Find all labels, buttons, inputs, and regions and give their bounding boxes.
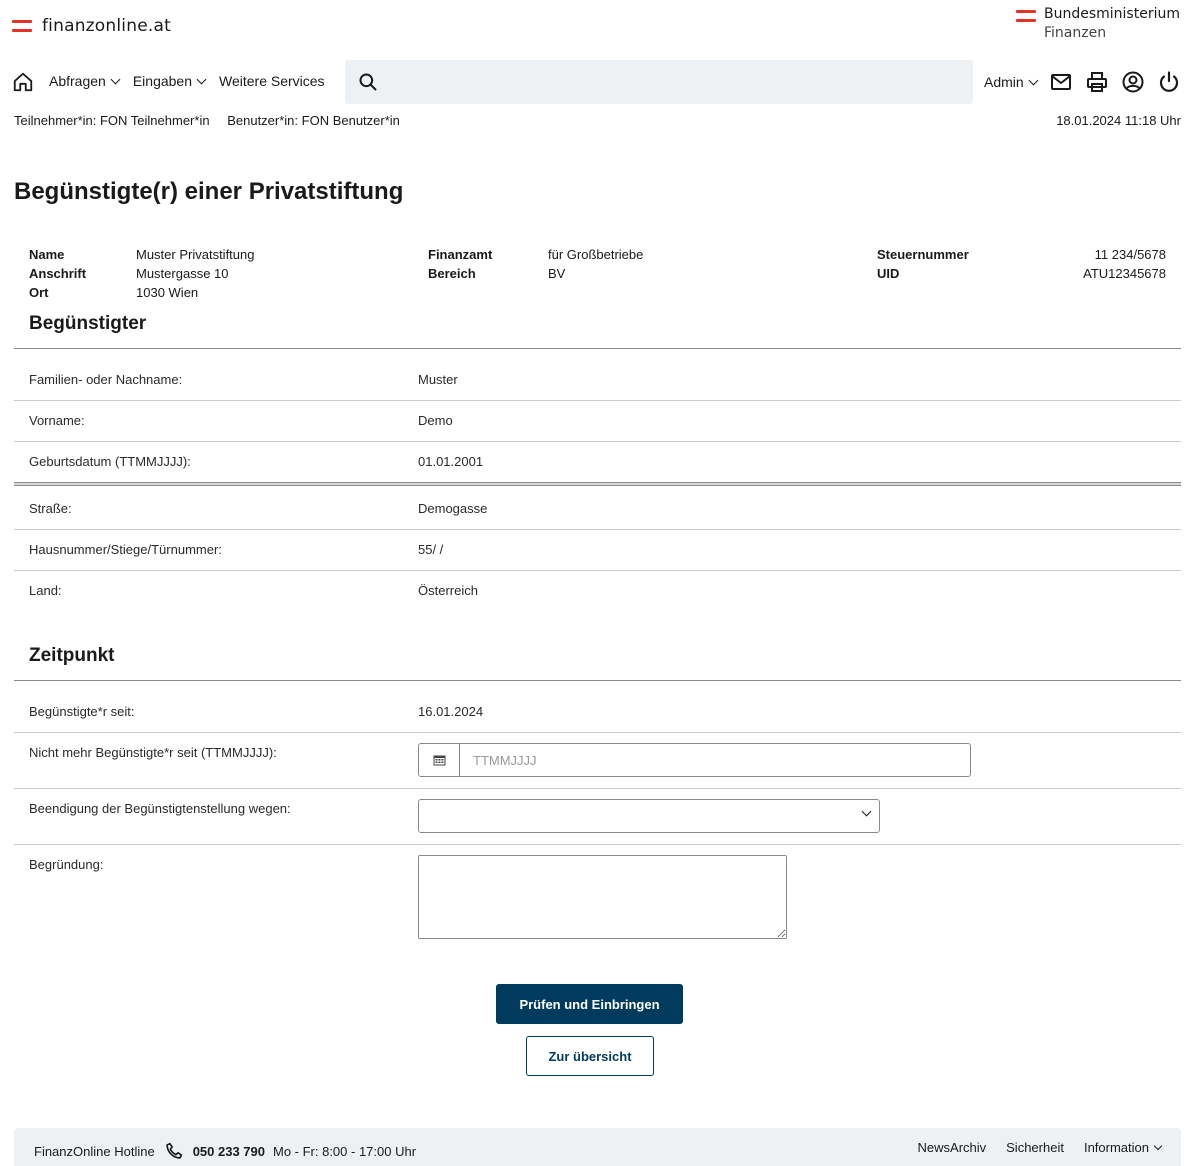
divider xyxy=(14,844,1181,845)
last-name-value: Muster xyxy=(418,372,458,387)
austria-flag-icon xyxy=(1016,10,1036,22)
area-value: BV xyxy=(548,266,566,281)
name-label: Name xyxy=(29,247,65,262)
chevron-down-icon xyxy=(1153,1141,1163,1150)
footer-link-newsarchiv[interactable]: NewsArchiv xyxy=(918,1140,987,1155)
nav-weitere-services[interactable]: Weitere Services xyxy=(219,73,325,89)
divider xyxy=(14,680,1181,681)
user-circle-icon[interactable] xyxy=(1121,70,1145,94)
street-label: Straße: xyxy=(29,501,72,516)
section-title-beneficiary: Begünstigter xyxy=(29,313,147,334)
end-date-input[interactable] xyxy=(460,744,970,776)
admin-label: Admin xyxy=(984,74,1024,90)
tax-number-value: 11 234/5678 xyxy=(1094,247,1166,262)
name-value: Muster Privatstiftung xyxy=(136,247,255,262)
nav-abfragen[interactable]: Abfragen xyxy=(49,73,121,89)
divider xyxy=(14,348,1181,349)
mail-icon[interactable] xyxy=(1049,70,1073,94)
divider xyxy=(14,570,1181,571)
overview-button[interactable]: Zur übersicht xyxy=(526,1036,654,1076)
home-icon[interactable] xyxy=(12,71,34,93)
city-label: Ort xyxy=(29,285,49,300)
hotline-label: FinanzOnline Hotline xyxy=(34,1143,155,1159)
divider xyxy=(14,788,1181,789)
chevron-down-icon xyxy=(196,74,207,84)
admin-menu[interactable]: Admin xyxy=(984,74,1039,90)
divider xyxy=(14,529,1181,530)
current-datetime: 18.01.2024 11:18 Uhr xyxy=(1056,113,1181,128)
participant-label: Teilnehmer*in: FON Teilnehmer*in xyxy=(14,113,210,128)
beneficiary-since-value: 16.01.2024 xyxy=(418,704,484,719)
tax-office-label: Finanzamt xyxy=(428,247,493,262)
first-name-value: Demo xyxy=(418,413,453,428)
address-label: Anschrift xyxy=(29,266,87,281)
country-label: Land: xyxy=(29,583,62,598)
country-value: Österreich xyxy=(418,583,478,598)
tax-office-value: für Großbetriebe xyxy=(548,247,644,262)
calendar-icon xyxy=(433,755,445,766)
footer-link-label: Information xyxy=(1083,1140,1149,1155)
chevron-down-icon xyxy=(861,806,872,817)
divider xyxy=(14,732,1181,733)
footer-link-information[interactable]: Information xyxy=(1083,1140,1163,1155)
end-date-field xyxy=(418,743,971,777)
footer-link-sicherheit[interactable]: Sicherheit xyxy=(1006,1140,1064,1155)
street-value: Demogasse xyxy=(418,501,488,516)
termination-reason-label: Beendigung der Begünstigtenstellung wege… xyxy=(29,801,291,816)
ministry-logo: Bundesministerium Finanzen xyxy=(1016,6,1180,41)
chevron-down-icon xyxy=(1028,75,1039,85)
brand-logo[interactable]: finanzonline.at xyxy=(12,16,171,36)
tax-number-label: Steuernummer xyxy=(877,247,969,262)
nav-label: Weitere Services xyxy=(219,73,325,89)
last-name-label: Familien- oder Nachname: xyxy=(29,372,183,387)
divider xyxy=(14,441,1181,442)
house-number-label: Hausnummer/Stiege/Türnummer: xyxy=(29,542,222,557)
house-number-value: 55/ / xyxy=(418,542,444,557)
chevron-down-icon xyxy=(110,74,121,84)
uid-label: UID xyxy=(877,266,900,281)
section-divider xyxy=(14,482,1181,486)
nav-label: Eingaben xyxy=(132,73,192,89)
birthdate-value: 01.01.2001 xyxy=(418,454,484,469)
justification-label: Begründung: xyxy=(29,857,104,872)
brand-name: finanzonline.at xyxy=(42,16,171,36)
divider xyxy=(14,400,1181,401)
user-label: Benutzer*in: FON Benutzer*in xyxy=(227,113,400,128)
calendar-button[interactable] xyxy=(419,744,460,776)
section-title-timepoint: Zeitpunkt xyxy=(29,645,115,666)
phone-icon xyxy=(165,1142,183,1159)
page-title: Begünstigte(r) einer Privatstiftung xyxy=(14,178,404,205)
ministry-name-line1: Bundesministerium xyxy=(1044,6,1180,22)
nav-label: Abfragen xyxy=(49,73,106,89)
brand-bar: finanzonline.at Bundesministerium Finanz… xyxy=(0,0,1189,50)
austria-flag-icon xyxy=(12,20,32,32)
ministry-name-line2: Finanzen xyxy=(1044,25,1107,41)
first-name-label: Vorname: xyxy=(29,413,85,428)
birthdate-label: Geburtsdatum (TTMMJJJJ): xyxy=(29,454,191,469)
submit-button[interactable]: Prüfen und Einbringen xyxy=(496,984,683,1024)
user-info: Teilnehmer*in: FON Teilnehmer*in Benutze… xyxy=(14,113,400,128)
hotline-number[interactable]: 050 233 790 xyxy=(193,1144,265,1159)
nav-eingaben[interactable]: Eingaben xyxy=(132,73,207,89)
termination-reason-select[interactable] xyxy=(418,799,880,833)
beneficiary-since-label: Begünstigte*r seit: xyxy=(29,704,135,719)
main-nav: Abfragen Eingaben Weitere Services Admin xyxy=(0,60,1189,104)
address-value: Mustergasse 10 xyxy=(136,266,229,281)
power-icon[interactable] xyxy=(1157,70,1181,94)
footer: FinanzOnline Hotline 050 233 790 Mo - Fr… xyxy=(14,1128,1181,1166)
search-icon[interactable] xyxy=(358,72,378,92)
area-label: Bereich xyxy=(428,266,476,281)
printer-icon[interactable] xyxy=(1085,70,1109,94)
justification-textarea[interactable] xyxy=(418,855,787,939)
hotline-hours: Mo - Fr: 8:00 - 17:00 Uhr xyxy=(272,1143,417,1159)
search-input[interactable] xyxy=(345,60,973,104)
uid-value: ATU12345678 xyxy=(1083,266,1166,281)
end-date-label: Nicht mehr Begünstigte*r seit (TTMMJJJJ)… xyxy=(29,745,277,760)
city-value: 1030 Wien xyxy=(136,285,199,300)
